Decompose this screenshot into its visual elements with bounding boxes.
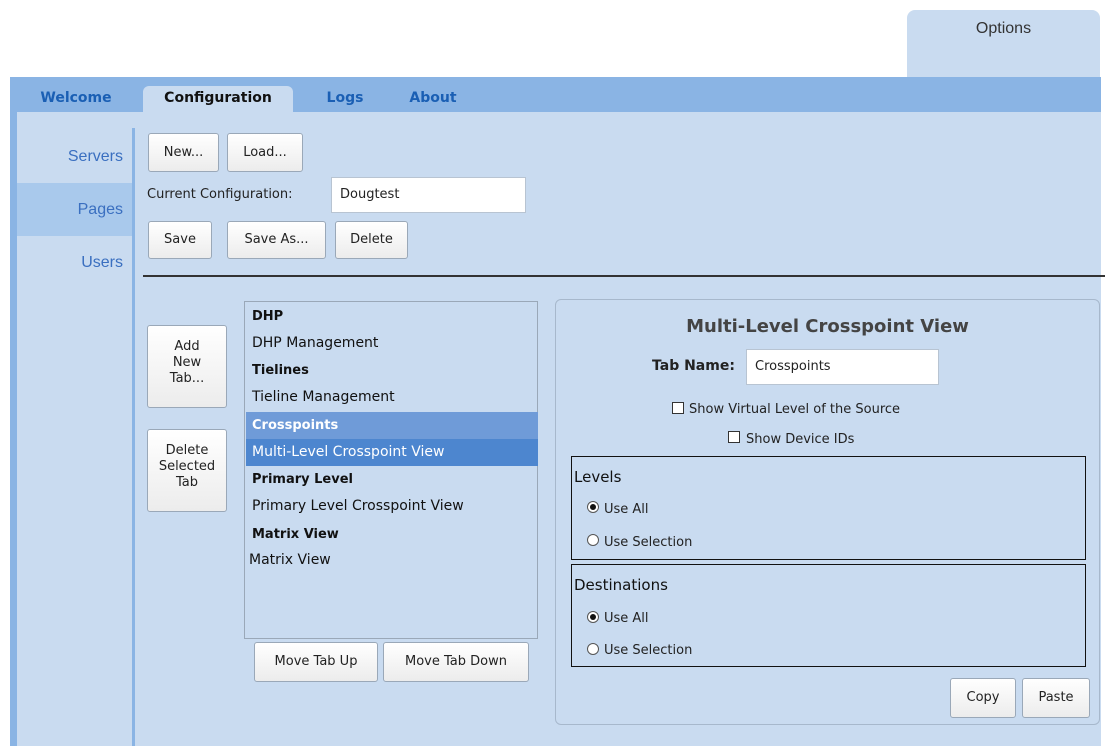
list-group-header[interactable]: DHP [246, 303, 538, 330]
list-item[interactable]: Matrix View [246, 547, 538, 574]
current-configuration-field[interactable]: Dougtest [331, 177, 526, 213]
move-tab-up-button[interactable]: Move Tab Up [254, 642, 378, 682]
new-button[interactable]: New... [148, 133, 219, 172]
delete-selected-tab-label-line2: Selected [158, 459, 216, 474]
options-tab[interactable]: Options [907, 10, 1100, 78]
add-new-tab-button[interactable]: Add New Tab... [147, 325, 227, 408]
tab-welcome[interactable]: Welcome [22, 86, 130, 114]
delete-selected-tab-button[interactable]: Delete Selected Tab [147, 429, 227, 512]
destinations-use-all-label: Use All [604, 611, 649, 626]
show-virtual-checkbox[interactable] [672, 402, 684, 414]
divider [143, 275, 1105, 277]
delete-button[interactable]: Delete [335, 221, 408, 259]
levels-use-selection-label: Use Selection [604, 535, 693, 550]
tab-configuration[interactable]: Configuration [143, 86, 293, 114]
levels-use-selection-radio[interactable] [587, 534, 599, 546]
delete-selected-tab-label-line1: Delete [165, 443, 209, 458]
delete-selected-tab-label-line3: Tab [175, 475, 198, 490]
list-item[interactable]: Tieline Management [246, 384, 538, 411]
destinations-use-selection-label: Use Selection [604, 643, 693, 658]
sidebar-fill [17, 289, 132, 746]
move-tab-down-button[interactable]: Move Tab Down [383, 642, 529, 682]
tab-logs[interactable]: Logs [305, 86, 385, 114]
current-configuration-label: Current Configuration: [147, 187, 293, 202]
tab-name-label: Tab Name: [652, 358, 735, 374]
levels-use-all-radio[interactable] [587, 501, 599, 513]
add-new-tab-label-line3: Tab... [169, 371, 205, 386]
destinations-title: Destinations [574, 576, 668, 594]
levels-use-all-label: Use All [604, 502, 649, 517]
list-group-header[interactable]: Matrix View [246, 521, 538, 548]
add-new-tab-label-line2: New [172, 355, 202, 370]
list-group-header[interactable]: Primary Level [246, 466, 538, 493]
list-item[interactable]: Primary Level Crosspoint View [246, 493, 538, 520]
tab-list[interactable]: DHP DHP Management Tielines Tieline Mana… [244, 301, 538, 639]
destinations-use-selection-radio[interactable] [587, 643, 599, 655]
copy-button[interactable]: Copy [950, 678, 1016, 718]
sidebar-item-users[interactable]: Users [17, 236, 132, 289]
destinations-use-all-radio[interactable] [587, 611, 599, 623]
list-item-selected[interactable]: Multi-Level Crosspoint View [246, 439, 538, 466]
show-virtual-label: Show Virtual Level of the Source [689, 402, 901, 417]
tab-about[interactable]: About [394, 86, 472, 114]
save-button[interactable]: Save [148, 221, 212, 259]
sidebar-divider [132, 128, 135, 746]
add-new-tab-label-line1: Add [174, 339, 200, 354]
list-group-header-selected[interactable]: Crosspoints [246, 412, 538, 439]
list-item[interactable]: DHP Management [246, 330, 538, 357]
tab-bar: Welcome Configuration Logs About [10, 77, 1101, 114]
list-group-header[interactable]: Tielines [246, 357, 538, 384]
sidebar-item-servers[interactable]: Servers [17, 130, 132, 183]
panel-title: Multi-Level Crosspoint View [686, 316, 969, 337]
show-device-ids-label: Show Device IDs [746, 432, 855, 447]
levels-title: Levels [574, 468, 622, 486]
show-device-ids-checkbox[interactable] [728, 431, 740, 443]
load-button[interactable]: Load... [227, 133, 303, 172]
save-as-button[interactable]: Save As... [227, 221, 326, 259]
paste-button[interactable]: Paste [1022, 678, 1090, 718]
sidebar-item-pages[interactable]: Pages [17, 183, 132, 236]
tab-name-field[interactable]: Crosspoints [746, 349, 939, 385]
